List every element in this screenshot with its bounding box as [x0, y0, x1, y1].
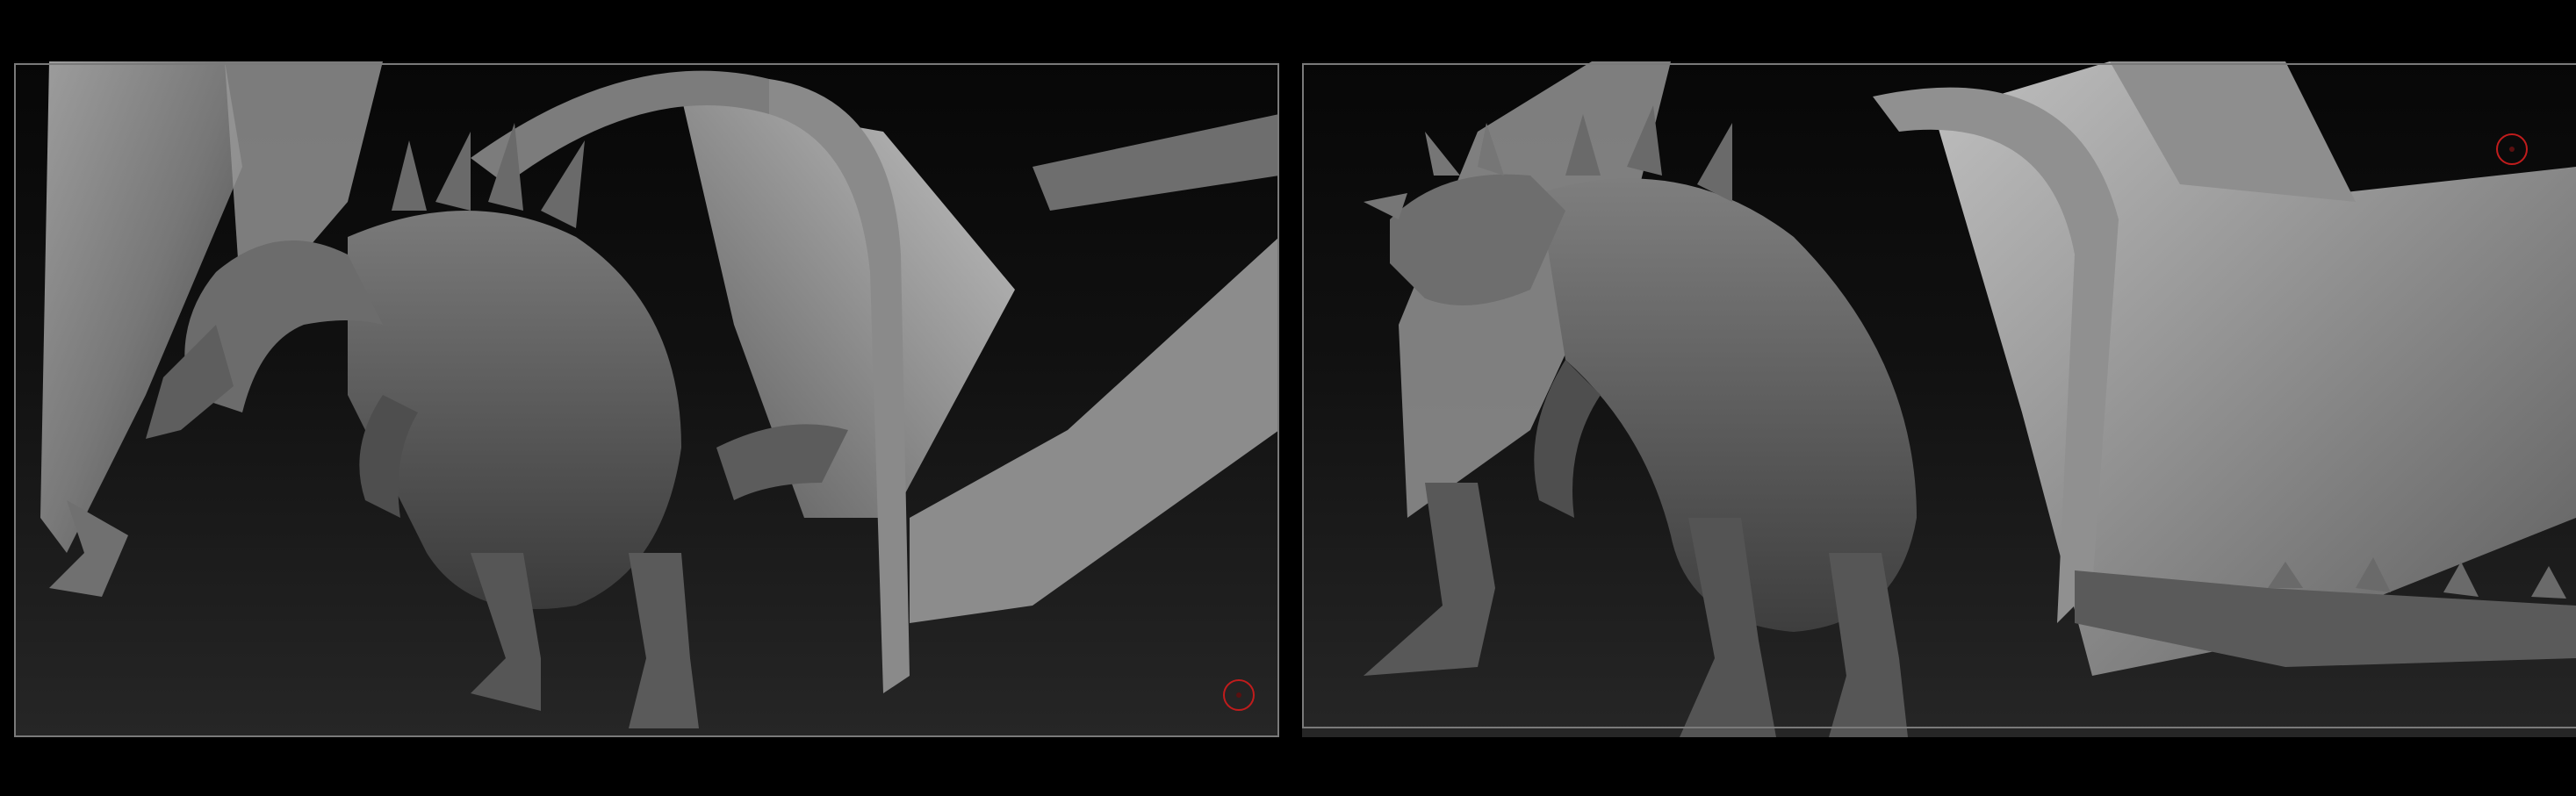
- sculpt-comparison-canvas: [0, 0, 2576, 796]
- viewport-left-frame: [14, 63, 1279, 737]
- floor-grid-icon[interactable]: [2496, 133, 2528, 165]
- viewport-right-frame: [1302, 63, 2576, 728]
- floor-grid-icon[interactable]: [1223, 679, 1255, 711]
